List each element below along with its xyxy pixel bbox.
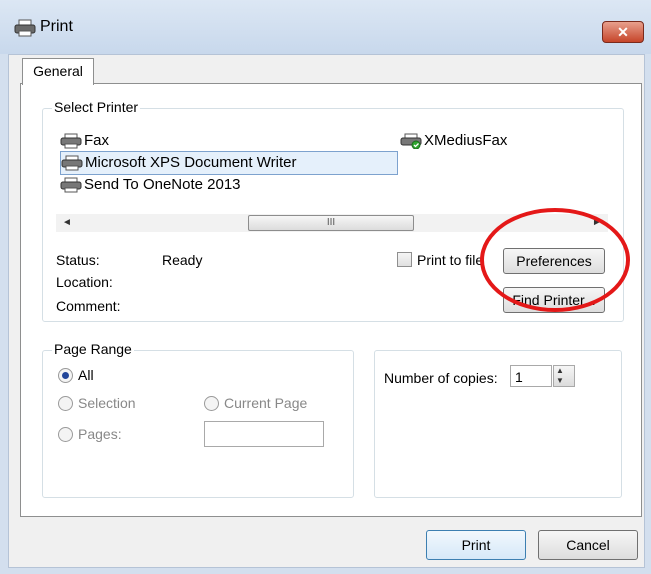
all-label[interactable]: All — [78, 367, 94, 383]
printer-item-xmediusfax[interactable]: XMediusFax — [400, 130, 507, 152]
copies-input[interactable]: 1 — [510, 365, 552, 387]
all-radio[interactable] — [58, 368, 73, 383]
printer-name: XMediusFax — [424, 132, 508, 149]
print-button[interactable]: Print — [426, 530, 526, 560]
pages-label[interactable]: Pages: — [78, 426, 122, 442]
pages-radio[interactable] — [58, 427, 73, 442]
status-label: Status: — [56, 252, 100, 268]
scroll-thumb[interactable]: III — [248, 215, 414, 231]
printer-icon — [60, 133, 82, 149]
printer-name: Fax — [84, 132, 110, 149]
printer-name: Microsoft XPS Document Writer — [85, 154, 297, 171]
location-label: Location: — [56, 274, 113, 290]
selection-label[interactable]: Selection — [78, 395, 136, 411]
print-to-file-checkbox[interactable] — [397, 252, 412, 267]
pages-input[interactable] — [204, 421, 324, 447]
copies-label: Number of copies: — [384, 370, 498, 386]
printer-icon — [60, 177, 82, 193]
cancel-button[interactable]: Cancel — [538, 530, 638, 560]
printer-item-xps[interactable]: Microsoft XPS Document Writer — [60, 151, 398, 175]
status-value: Ready — [162, 252, 203, 268]
scroll-left-icon[interactable]: ◄ — [58, 214, 76, 232]
printer-item-fax[interactable]: Fax — [60, 130, 109, 152]
page-range-legend: Page Range — [52, 341, 134, 357]
printer-icon — [61, 155, 83, 171]
window-title: Print — [40, 18, 73, 35]
printer-icon — [14, 19, 36, 37]
current-page-radio[interactable] — [204, 396, 219, 411]
print-to-file-label[interactable]: Print to file — [417, 252, 483, 268]
printer-name: Send To OneNote 2013 — [84, 176, 241, 193]
spin-up-icon[interactable]: ▲ — [556, 366, 564, 375]
spin-down-icon[interactable]: ▼ — [556, 376, 564, 385]
tab-general[interactable]: General — [22, 58, 94, 85]
select-printer-legend: Select Printer — [52, 99, 141, 115]
current-page-label[interactable]: Current Page — [224, 395, 307, 411]
annotation-highlight-circle — [480, 208, 630, 312]
title-bar — [0, 0, 651, 54]
printer-check-icon — [400, 133, 422, 150]
selection-radio[interactable] — [58, 396, 73, 411]
close-button[interactable]: ✕ — [602, 21, 644, 43]
printer-item-onenote[interactable]: Send To OneNote 2013 — [60, 174, 241, 196]
comment-label: Comment: — [56, 298, 121, 314]
